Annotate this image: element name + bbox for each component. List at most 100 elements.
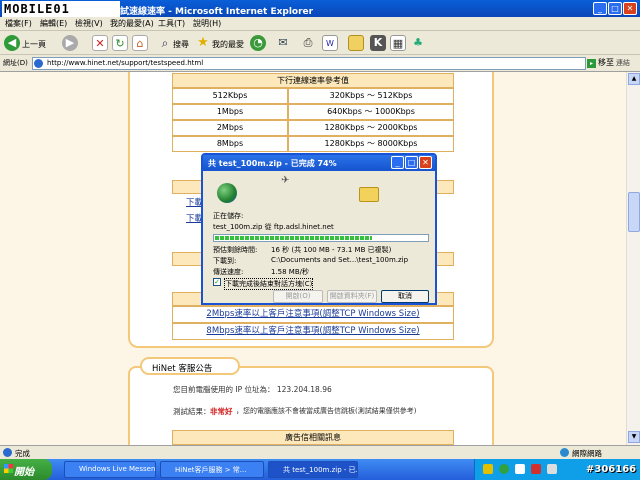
- internet-zone-icon: [560, 448, 569, 457]
- notice-8m-link[interactable]: 8Mbps速率以上客戶注意事項(調整TCP Windows Size): [206, 326, 419, 336]
- download-progress-bar: [213, 234, 429, 242]
- speed-table-header: 下行連線速率參考值: [172, 73, 454, 88]
- forward-arrow-icon[interactable]: ▶: [62, 35, 78, 51]
- ad-info-header: 廣告信相關訊息: [172, 430, 454, 445]
- table-cell-range: 640Kbps ～ 1000Kbps: [288, 104, 454, 120]
- task-download[interactable]: 共 test_100m.zip - 已...: [268, 461, 358, 478]
- time-remaining-label: 預估剩餘時間:: [213, 246, 258, 254]
- note-icon[interactable]: [348, 35, 364, 51]
- file-source-text: test_100m.zip 從 ftp.adsl.hinet.net: [213, 223, 334, 231]
- window-title: 試速線速率 - Microsoft Internet Explorer: [120, 7, 314, 17]
- menu-file[interactable]: 檔案(F): [5, 18, 32, 29]
- open-folder-button[interactable]: 開啟資料夾(F): [327, 290, 377, 303]
- close-button[interactable]: ✕: [623, 2, 637, 15]
- menu-edit[interactable]: 編輯(E): [40, 18, 67, 29]
- windows-logo-icon: [4, 464, 13, 473]
- status-text: 完成: [15, 449, 30, 458]
- links-label[interactable]: 連結: [616, 58, 630, 68]
- history-icon[interactable]: ◔: [250, 35, 266, 51]
- vertical-scrollbar[interactable]: ▲ ▼: [626, 72, 640, 445]
- cancel-button[interactable]: 取消: [381, 290, 429, 303]
- download-destination-value: C:\Documents and Set...\test_100m.zip: [271, 256, 409, 264]
- edit-word-icon[interactable]: W: [322, 35, 338, 51]
- table-cell-range: 320Kbps ～ 512Kbps: [288, 88, 454, 104]
- print-icon[interactable]: ⎙: [300, 35, 316, 51]
- back-button-label[interactable]: 上一頁: [22, 39, 46, 50]
- tray-shield-icon[interactable]: [483, 464, 493, 474]
- announcement-title: HiNet 客服公告: [140, 357, 240, 375]
- table-cell-plan: 512Kbps: [172, 88, 288, 104]
- mail-icon[interactable]: ✉: [275, 35, 291, 51]
- time-remaining-value: 16 秒 (共 100 MB - 73.1 MB 已複製): [271, 246, 392, 254]
- back-arrow-icon[interactable]: ◀: [4, 35, 20, 51]
- search-button-label[interactable]: 搜尋: [173, 39, 189, 50]
- transfer-rate-value: 1.58 MB/秒: [271, 268, 310, 276]
- test-result-label: 測試結果：: [173, 407, 211, 416]
- task-hinet-service[interactable]: HiNet客戶服務 > 常...: [160, 461, 264, 478]
- security-zone-text: 網際網路: [572, 449, 602, 458]
- tray-network-icon[interactable]: [515, 464, 525, 474]
- download-dialog: 共 test_100m.zip - 已完成 74% _ □ ✕ ✈ 正在儲存: …: [201, 153, 437, 305]
- page-done-icon: [3, 448, 12, 457]
- scroll-up-arrow-icon[interactable]: ▲: [628, 73, 640, 85]
- dialog-maximize-button[interactable]: □: [405, 156, 418, 169]
- address-bar: 網址(D) http://www.hinet.net/support/tests…: [0, 55, 640, 72]
- msn-people-icon[interactable]: ♣: [410, 35, 426, 51]
- notice-8m-row: 8Mbps速率以上客戶注意事項(調整TCP Windows Size): [172, 323, 454, 340]
- messenger-k-icon[interactable]: K: [370, 35, 386, 51]
- folder-icon: [359, 187, 379, 202]
- table-cell-range: 1280Kbps ～ 2000Kbps: [288, 120, 454, 136]
- watermark-number: #306166: [586, 464, 637, 475]
- research-icon[interactable]: ▦: [390, 35, 406, 51]
- dialog-close-button[interactable]: ✕: [419, 156, 432, 169]
- menu-favorites[interactable]: 我的最愛(A): [110, 18, 154, 29]
- download-destination-label: 下載到:: [213, 257, 237, 265]
- tray-volume-icon[interactable]: [547, 464, 557, 474]
- maximize-button[interactable]: □: [608, 2, 622, 15]
- ip-address-text: 您目前電腦使用的 IP 位址為： 123.204.18.96: [173, 385, 332, 394]
- test-result-note: ，您的電腦應該不會被當成廣告信跳板(測試結果僅供參考): [236, 407, 417, 415]
- saving-label: 正在儲存:: [213, 212, 244, 220]
- notice-2m-row: 2Mbps速率以上客戶注意事項(調整TCP Windows Size): [172, 306, 454, 323]
- go-button[interactable]: 移至: [598, 57, 614, 68]
- close-on-complete-checkbox[interactable]: ✓: [213, 278, 221, 286]
- menu-bar: 檔案(F) 編輯(E) 檢視(V) 我的最愛(A) 工具(T) 說明(H): [0, 17, 640, 31]
- close-on-complete-label[interactable]: 下載完成後結束對話方塊(C): [224, 278, 314, 290]
- favorites-star-icon[interactable]: ★: [195, 35, 211, 51]
- start-label: 開始: [14, 467, 34, 478]
- address-input[interactable]: http://www.hinet.net/support/testspeed.h…: [32, 57, 586, 70]
- go-arrow-icon[interactable]: ▸: [587, 59, 596, 68]
- globe-icon: [217, 183, 237, 203]
- transfer-rate-label: 傳送速度:: [213, 268, 244, 276]
- table-cell-range: 1280Kbps ～ 8000Kbps: [288, 136, 454, 152]
- tray-messenger-icon[interactable]: [499, 464, 509, 474]
- menu-help[interactable]: 說明(H): [193, 18, 221, 29]
- download-progress-fill: [215, 236, 372, 240]
- open-button[interactable]: 開啟(O): [273, 290, 323, 303]
- home-icon[interactable]: ⌂: [132, 35, 148, 51]
- flying-paper-icon: ✈: [281, 175, 290, 186]
- favorites-button-label[interactable]: 我的最愛: [212, 39, 244, 50]
- mobile01-logo: MOBILE01: [2, 1, 120, 17]
- scroll-thumb[interactable]: [628, 192, 640, 232]
- table-cell-plan: 1Mbps: [172, 104, 288, 120]
- table-cell-plan: 8Mbps: [172, 136, 288, 152]
- search-icon[interactable]: ⌕: [157, 35, 173, 51]
- menu-view[interactable]: 檢視(V): [75, 18, 103, 29]
- refresh-icon[interactable]: ↻: [112, 35, 128, 51]
- taskbar: 開始 Windows Live Messen... HiNet客戶服務 > 常.…: [0, 459, 640, 480]
- test-result-value: 非常好: [210, 407, 233, 416]
- menu-tools[interactable]: 工具(T): [158, 18, 185, 29]
- tray-antivirus-icon[interactable]: [531, 464, 541, 474]
- table-cell-plan: 2Mbps: [172, 120, 288, 136]
- minimize-button[interactable]: _: [593, 2, 607, 15]
- dialog-minimize-button[interactable]: _: [391, 156, 404, 169]
- stop-icon[interactable]: ✕: [92, 35, 108, 51]
- scroll-down-arrow-icon[interactable]: ▼: [628, 431, 640, 443]
- notice-2m-link[interactable]: 2Mbps速率以上客戶注意事項(調整TCP Windows Size): [206, 309, 419, 319]
- task-messenger[interactable]: Windows Live Messen...: [64, 461, 156, 478]
- page-globe-icon: [34, 59, 43, 68]
- toolbar: ◀ 上一頁 ▶ ✕ ↻ ⌂ ⌕ 搜尋 ★ 我的最愛 ◔ ✉ ⎙ W K ▦ ♣: [0, 31, 640, 55]
- status-bar: 完成 網際網路: [0, 445, 640, 459]
- address-label: 網址(D): [3, 59, 28, 67]
